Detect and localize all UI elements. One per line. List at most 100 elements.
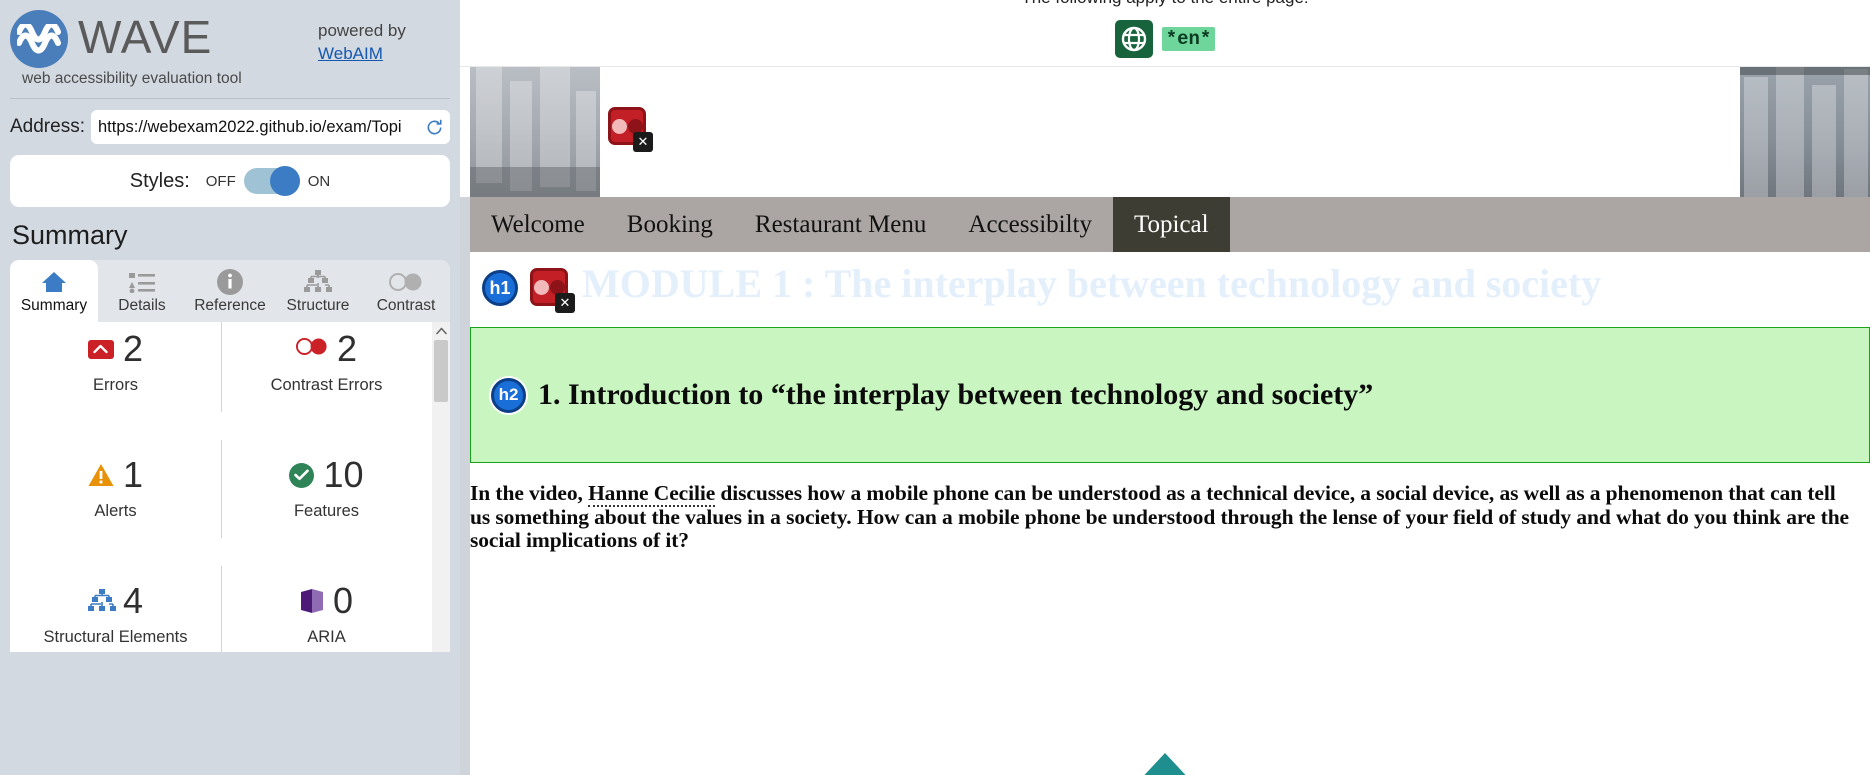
tab-details[interactable]: Details bbox=[98, 260, 186, 322]
page-language-indicator: *en* bbox=[460, 10, 1870, 58]
close-icon[interactable]: ✕ bbox=[633, 132, 653, 152]
wave-logo-icon bbox=[10, 10, 68, 68]
language-code-badge: *en* bbox=[1161, 27, 1216, 51]
nav-item-booking[interactable]: Booking bbox=[606, 197, 734, 252]
stat-structural-elements-top: 4 bbox=[87, 580, 144, 621]
header-divider bbox=[10, 98, 450, 99]
tab-contrast[interactable]: Contrast bbox=[362, 260, 450, 322]
scroll-to-top-icon[interactable] bbox=[1133, 749, 1197, 775]
contrast-marker-light-circle bbox=[533, 279, 549, 295]
page-level-note: The following apply to the entire page: bbox=[460, 0, 1870, 10]
stat-alerts-value: 1 bbox=[122, 454, 144, 495]
contrast-marker-light-circle bbox=[611, 118, 627, 134]
page-level-note-text: The following apply to the entire page: bbox=[460, 0, 1870, 8]
webaim-link[interactable]: WebAIM bbox=[318, 43, 406, 66]
stat-alerts-top: 1 bbox=[88, 457, 143, 493]
summary-results-pane: 2 Errors 2 Contrast Errors 1 Alerts 10 F… bbox=[10, 322, 450, 652]
nav-item-welcome[interactable]: Welcome bbox=[470, 197, 606, 252]
nav-item-restaurant-menu[interactable]: Restaurant Menu bbox=[734, 197, 947, 252]
styles-label: Styles: bbox=[129, 169, 190, 192]
nav-item-topical[interactable]: Topical bbox=[1112, 197, 1230, 252]
alert-icon bbox=[88, 463, 114, 487]
hero-image-left bbox=[470, 67, 600, 197]
stat-features-value: 10 bbox=[323, 454, 364, 495]
tab-structure[interactable]: Structure bbox=[274, 260, 362, 322]
globe-icon[interactable] bbox=[1114, 20, 1153, 58]
styles-toggle-knob[interactable] bbox=[269, 166, 300, 196]
powered-by-label: powered by bbox=[318, 21, 406, 40]
address-input[interactable]: https://webexam2022.github.io/exam/Topi bbox=[98, 118, 422, 137]
address-input-box[interactable]: https://webexam2022.github.io/exam/Topi bbox=[90, 110, 450, 144]
stat-contrast-errors[interactable]: 2 Contrast Errors bbox=[221, 322, 432, 426]
address-label: Address: bbox=[10, 116, 85, 137]
scroll-up-icon[interactable] bbox=[432, 322, 450, 340]
sitemap-icon bbox=[87, 589, 116, 613]
contrast-error-icon bbox=[295, 338, 328, 360]
h1-block: h1 ✕ MODULE 1 : The interplay between te… bbox=[460, 252, 1870, 313]
stat-aria-label: ARIA bbox=[307, 628, 346, 646]
tab-structure-label: Structure bbox=[286, 297, 350, 314]
paragraph-text-pre: In the video, bbox=[470, 481, 589, 506]
list-icon bbox=[129, 269, 155, 295]
page-title: MODULE 1 : The interplay between technol… bbox=[582, 261, 1602, 306]
summary-stat-grid: 2 Errors 2 Contrast Errors 1 Alerts 10 F… bbox=[10, 322, 450, 652]
contrast-icon bbox=[389, 269, 423, 295]
styles-card: Styles: OFF ON bbox=[10, 155, 450, 207]
stat-aria-top: 0 bbox=[300, 583, 353, 619]
body-paragraph: In the video, Hanne Cecilie discusses ho… bbox=[470, 481, 1870, 553]
stat-errors-top: 2 bbox=[87, 328, 144, 369]
feature-icon bbox=[289, 462, 315, 488]
page-left-gutter bbox=[460, 131, 470, 775]
powered-by: powered by WebAIM bbox=[318, 20, 406, 66]
stat-features-label: Features bbox=[293, 502, 360, 520]
section-heading: 1. Introduction to “the interplay betwee… bbox=[538, 378, 1374, 412]
evaluated-page-view: The following apply to the entire page: … bbox=[460, 0, 1870, 775]
stat-alerts-label: Alerts bbox=[94, 502, 137, 520]
close-icon[interactable]: ✕ bbox=[555, 293, 575, 313]
paragraph-link[interactable]: Hanne Cecilie bbox=[588, 481, 715, 508]
wave-tagline: web accessibility evaluation tool bbox=[22, 70, 242, 87]
h1-structure-badge[interactable]: h1 bbox=[482, 270, 518, 306]
site-navigation: Welcome Booking Restaurant Menu Accessib… bbox=[470, 197, 1870, 252]
stat-errors-label: Errors bbox=[93, 376, 138, 394]
stat-contrast-errors-label: Contrast Errors bbox=[270, 376, 383, 394]
stat-structural-elements-value: 4 bbox=[122, 580, 144, 621]
reload-icon[interactable] bbox=[422, 115, 446, 139]
nav-item-accessibilty[interactable]: Accessibilty bbox=[947, 197, 1113, 252]
h2-structure-badge[interactable]: h2 bbox=[491, 377, 526, 413]
stat-alerts[interactable]: 1 Alerts bbox=[10, 426, 221, 552]
hero-image-right bbox=[1740, 67, 1870, 197]
wave-wordmark: WAVE bbox=[78, 11, 213, 63]
stat-features[interactable]: 10 Features bbox=[221, 426, 432, 552]
stat-contrast-errors-value: 2 bbox=[336, 328, 358, 369]
stat-errors-value: 2 bbox=[122, 328, 144, 369]
info-icon bbox=[217, 269, 243, 295]
address-row: Address: https://webexam2022.github.io/e… bbox=[10, 110, 450, 144]
stat-aria-value: 0 bbox=[332, 580, 354, 621]
stat-structural-elements[interactable]: 4 Structural Elements bbox=[10, 552, 221, 652]
panel-title: Summary bbox=[12, 220, 128, 250]
styles-off-label: OFF bbox=[205, 172, 236, 190]
wave-sidebar: WAVE web accessibility evaluation tool p… bbox=[0, 0, 460, 775]
tab-details-label: Details bbox=[118, 297, 166, 314]
stat-contrast-errors-top: 2 bbox=[295, 328, 358, 369]
sitemap-icon bbox=[304, 269, 332, 295]
contrast-error-marker[interactable]: ✕ bbox=[608, 107, 653, 152]
aria-icon bbox=[300, 588, 324, 614]
tab-reference[interactable]: Reference bbox=[186, 260, 274, 322]
wave-tabs: Summary Details Reference Structure Cont… bbox=[10, 260, 450, 322]
tab-summary[interactable]: Summary bbox=[10, 260, 98, 322]
h2-block: h2 1. Introduction to “the interplay bet… bbox=[470, 327, 1870, 464]
contrast-error-marker[interactable]: ✕ bbox=[530, 268, 575, 313]
styles-toggle[interactable] bbox=[243, 166, 300, 196]
error-icon bbox=[87, 339, 114, 359]
stat-features-top: 10 bbox=[289, 454, 364, 495]
stat-aria[interactable]: 0 ARIA bbox=[221, 552, 432, 652]
scroll-thumb[interactable] bbox=[434, 340, 448, 402]
stat-errors[interactable]: 2 Errors bbox=[10, 322, 221, 426]
results-scrollbar[interactable] bbox=[432, 322, 450, 652]
tab-summary-label: Summary bbox=[20, 297, 88, 314]
tab-contrast-label: Contrast bbox=[376, 297, 436, 314]
hero-image-strip: ✕ bbox=[460, 66, 1870, 197]
stat-structural-elements-label: Structural Elements bbox=[43, 628, 188, 646]
